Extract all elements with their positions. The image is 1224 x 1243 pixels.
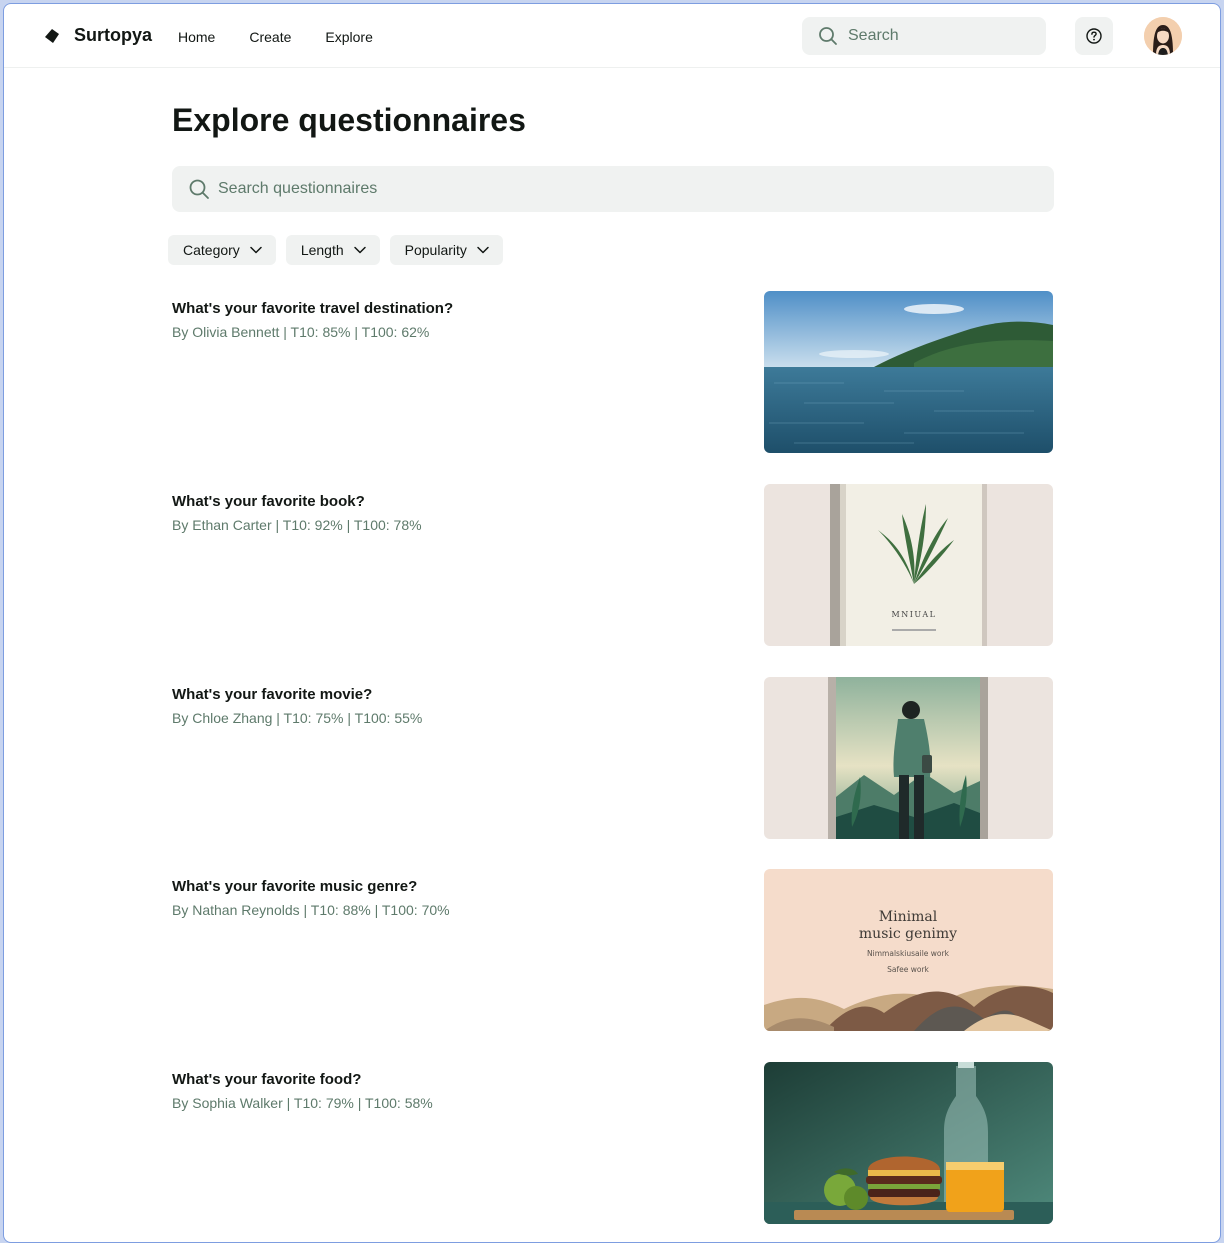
filter-bar: Category Length Popularity <box>168 235 503 265</box>
card-meta: By Sophia Walker | T10: 79% | T100: 58% <box>172 1095 433 1111</box>
questionnaire-card[interactable]: What's your favorite music genre? By Nat… <box>172 869 1054 1042</box>
header-search-input[interactable] <box>848 27 1028 45</box>
filter-label: Category <box>183 242 240 258</box>
questionnaire-card[interactable]: What's your favorite book? By Ethan Cart… <box>172 484 1054 657</box>
card-meta: By Nathan Reynolds | T10: 88% | T100: 70… <box>172 902 450 918</box>
top-header: Surtopya Home Create Explore <box>4 4 1220 68</box>
avatar-image <box>1144 17 1182 55</box>
header-search[interactable] <box>802 17 1046 55</box>
card-thumbnail-movie[interactable] <box>764 677 1053 839</box>
card-title[interactable]: What's your favorite book? <box>172 493 365 510</box>
filter-category[interactable]: Category <box>168 235 276 265</box>
nav-explore[interactable]: Explore <box>325 29 372 45</box>
logo-icon <box>45 29 59 43</box>
chevron-down-icon <box>250 246 262 254</box>
card-thumbnail-book[interactable]: MNIUAL <box>764 484 1053 646</box>
questionnaire-card[interactable]: What's your favorite travel destination?… <box>172 291 1054 464</box>
help-icon <box>1086 28 1102 44</box>
music-line-1: Minimal <box>879 909 938 925</box>
page-title: Explore questionnaires <box>172 102 526 138</box>
app-window: Surtopya Home Create Explore Search Expl… <box>3 3 1221 1243</box>
search-icon <box>189 179 209 199</box>
user-avatar[interactable] <box>1144 17 1182 55</box>
card-meta: By Chloe Zhang | T10: 75% | T100: 55% <box>172 710 423 726</box>
book-cover-label: MNIUAL <box>892 610 937 619</box>
card-thumbnail-food[interactable] <box>764 1062 1053 1224</box>
card-title[interactable]: What's your favorite travel destination? <box>172 300 453 317</box>
questionnaire-search[interactable] <box>172 166 1054 212</box>
search-icon <box>819 27 837 45</box>
card-thumbnail-music[interactable]: Minimal music genimy Nimmalskiusaile wor… <box>764 869 1053 1031</box>
chevron-down-icon <box>353 246 366 254</box>
filter-popularity[interactable]: Popularity <box>389 235 503 265</box>
card-thumbnail-lake[interactable] <box>764 291 1053 453</box>
filter-label: Popularity <box>404 242 467 258</box>
card-meta: By Olivia Bennett | T10: 85% | T100: 62% <box>172 324 430 340</box>
nav-create[interactable]: Create <box>249 29 291 45</box>
filter-label: Length <box>300 242 344 258</box>
main-nav: Home Create Explore <box>178 29 407 45</box>
card-title[interactable]: What's your favorite music genre? <box>172 878 417 895</box>
card-meta: By Ethan Carter | T10: 92% | T100: 78% <box>172 517 422 533</box>
chevron-down-icon <box>477 246 489 254</box>
brand-name[interactable]: Surtopya <box>74 25 152 46</box>
music-line-4: Safee work <box>887 965 929 974</box>
music-line-3: Nimmalskiusaile work <box>867 949 950 958</box>
card-title[interactable]: What's your favorite food? <box>172 1071 361 1088</box>
filter-length[interactable]: Length <box>285 235 380 265</box>
questionnaire-search-input[interactable] <box>218 180 818 198</box>
help-button[interactable] <box>1075 17 1113 55</box>
questionnaire-card[interactable]: What's your favorite food? By Sophia Wal… <box>172 1062 1054 1235</box>
questionnaire-card[interactable]: What's your favorite movie? By Chloe Zha… <box>172 677 1054 850</box>
card-title[interactable]: What's your favorite movie? <box>172 686 372 703</box>
nav-home[interactable]: Home <box>178 29 215 45</box>
music-line-2: music genimy <box>859 926 957 942</box>
